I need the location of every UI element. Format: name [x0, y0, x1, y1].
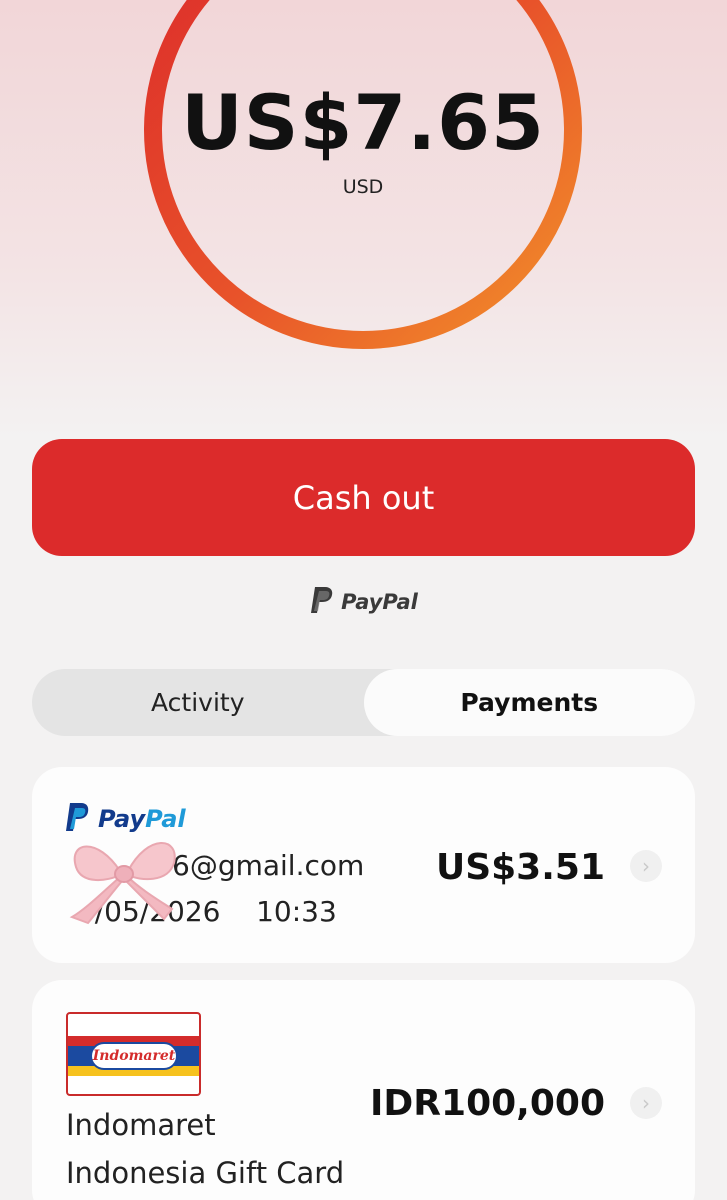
indomaret-logo-text: Indomaret: [90, 1042, 178, 1070]
payment-product-name: Indonesia Gift Card: [66, 1156, 345, 1190]
payment-email-text: 6@gmail.com: [172, 849, 365, 882]
payment-amount: US$3.51: [435, 847, 605, 888]
payout-method-name: PayPal: [341, 590, 418, 614]
payment-card-indomaret[interactable]: Indomaret Indomaret Indonesia Gift Card …: [32, 980, 695, 1200]
balance-currency: USD: [342, 176, 384, 198]
tab-payments[interactable]: Payments: [363, 669, 695, 736]
activity-payments-tabs: Activity Payments: [32, 669, 695, 736]
paypal-icon: [309, 585, 335, 619]
payment-amount: IDR100,000: [370, 1083, 605, 1124]
payment-provider-name: Indomaret: [66, 1108, 216, 1142]
payout-method-label: PayPal: [0, 585, 727, 619]
cash-out-button[interactable]: Cash out: [32, 439, 695, 556]
balance-ring: [143, 0, 583, 350]
payment-card-paypal[interactable]: PayPal 6@gmail.com /05/2026 10:33 US$3.5…: [32, 767, 695, 963]
balance-ring-graphic: [144, 0, 582, 349]
payment-email: 6@gmail.com: [172, 849, 364, 882]
ribbon-bow-sticker: [48, 827, 198, 927]
tab-activity[interactable]: Activity: [32, 669, 364, 736]
indomaret-logo: Indomaret: [66, 1012, 201, 1096]
balance-amount: US$7.65: [181, 78, 545, 167]
chevron-right-icon[interactable]: ›: [630, 850, 662, 882]
chevron-right-icon[interactable]: ›: [630, 1087, 662, 1119]
payment-time: 10:33: [256, 895, 337, 928]
